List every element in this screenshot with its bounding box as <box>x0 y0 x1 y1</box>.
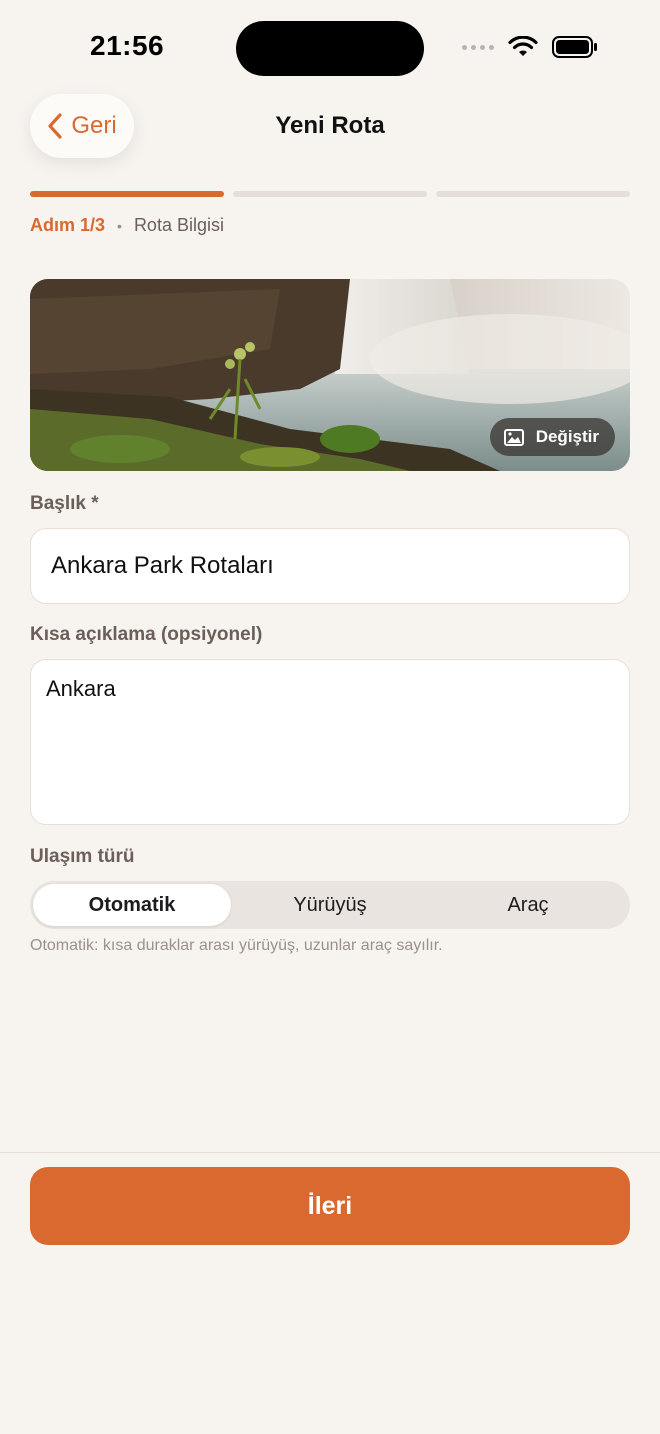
step-separator: • <box>117 217 122 234</box>
description-textarea[interactable]: Ankara <box>30 659 630 825</box>
transport-hint: Otomatik: kısa duraklar arası yürüyüş, u… <box>30 937 443 954</box>
dynamic-island <box>236 21 424 76</box>
page-title: Yeni Rota <box>275 112 385 139</box>
signal-icon <box>462 44 494 50</box>
progress-segment-1 <box>30 191 224 197</box>
transport-label: Ulaşım türü <box>30 846 135 867</box>
next-button[interactable]: İleri <box>30 1167 630 1245</box>
status-icons <box>462 36 598 58</box>
image-icon <box>503 428 524 446</box>
battery-icon <box>552 36 597 58</box>
status-time: 21:56 <box>90 30 165 61</box>
transport-option-auto[interactable]: Otomatik <box>33 884 231 926</box>
cover-image[interactable]: Değiştir <box>30 279 630 471</box>
transport-option-walk[interactable]: Yürüyüş <box>231 884 429 926</box>
title-value: Ankara Park Rotaları <box>51 552 274 579</box>
step-progress <box>30 191 630 197</box>
description-value: Ankara <box>46 676 116 701</box>
title-label: Başlık * <box>30 493 99 514</box>
change-cover-label: Değiştir <box>535 427 599 446</box>
step-count: Adım 1/3 <box>30 215 106 235</box>
wifi-icon <box>508 36 538 56</box>
transport-option-car[interactable]: Araç <box>429 884 627 926</box>
progress-segment-2 <box>233 191 427 197</box>
transport-segmented-control: Otomatik Yürüyüş Araç <box>30 881 630 929</box>
description-label: Kısa açıklama (opsiyonel) <box>30 624 263 645</box>
footer-divider <box>0 1152 660 1153</box>
step-name: Rota Bilgisi <box>133 215 224 235</box>
step-indicator: Adım 1/3 • Rota Bilgisi <box>30 215 224 236</box>
screen: 21:56 Geri Yeni Rota Adım 1/3 • Rota Bil… <box>0 0 660 1434</box>
title-input[interactable]: Ankara Park Rotaları <box>30 528 630 604</box>
change-cover-button[interactable]: Değiştir <box>489 418 615 456</box>
progress-segment-3 <box>436 191 630 197</box>
